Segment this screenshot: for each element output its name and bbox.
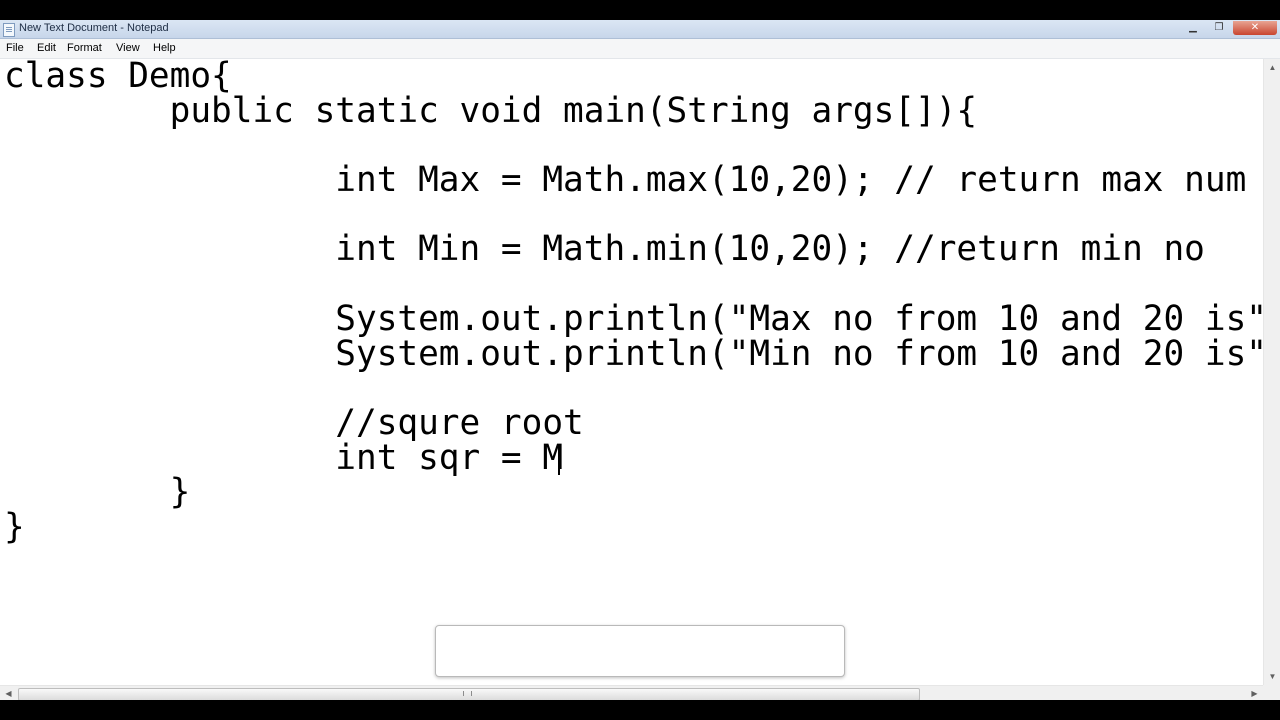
text-editor-area[interactable]: class Demo{ public static void main(Stri… <box>0 59 1263 685</box>
resize-grip[interactable] <box>1263 685 1280 700</box>
code-line: System.out.println("Max no from 10 and 2… <box>4 299 1263 339</box>
menu-bar: File Edit Format View Help <box>0 39 1280 59</box>
code-line: int sqr = M <box>4 438 564 478</box>
horizontal-scrollbar[interactable]: ◀ ▶ <box>0 685 1263 700</box>
scroll-left-arrow-icon[interactable]: ◀ <box>0 686 17 700</box>
window-title: New Text Document - Notepad <box>19 22 169 34</box>
maximize-button[interactable]: ❐ <box>1207 21 1231 35</box>
code-line: } <box>4 507 25 547</box>
code-line: } <box>4 472 191 512</box>
menu-file[interactable]: File <box>6 42 24 54</box>
scroll-down-arrow-icon[interactable]: ▼ <box>1264 668 1280 685</box>
video-top-border <box>0 0 1280 20</box>
close-button[interactable]: ✕ <box>1233 21 1277 35</box>
code-line: int Max = Math.max(10,20); // return max… <box>4 160 1247 200</box>
horizontal-scroll-thumb[interactable] <box>18 688 920 700</box>
scroll-up-arrow-icon[interactable]: ▲ <box>1264 59 1280 76</box>
vertical-scrollbar[interactable]: ▲ ▼ <box>1263 59 1280 685</box>
code-line: public static void main(String args[]){ <box>4 91 978 131</box>
text-caret <box>558 445 560 475</box>
minimize-icon: ▁ <box>1189 22 1197 33</box>
code-line: class Demo{ <box>4 59 232 96</box>
code-line: //squre root <box>4 403 584 443</box>
close-icon: ✕ <box>1250 22 1260 33</box>
menu-format[interactable]: Format <box>67 42 102 54</box>
notepad-icon[interactable] <box>3 23 15 37</box>
maximize-icon: ❐ <box>1214 22 1224 33</box>
grip-icon <box>463 691 472 696</box>
scroll-right-arrow-icon[interactable]: ▶ <box>1246 686 1263 700</box>
overlay-popup-box <box>435 625 845 677</box>
menu-edit[interactable]: Edit <box>37 42 56 54</box>
code-line: int Min = Math.min(10,20); //return min … <box>4 229 1205 269</box>
code-line: System.out.println("Min no from 10 and 2… <box>4 334 1263 374</box>
menu-view[interactable]: View <box>116 42 140 54</box>
title-bar[interactable]: New Text Document - Notepad ▁ ❐ ✕ <box>0 20 1280 39</box>
notepad-window: New Text Document - Notepad ▁ ❐ ✕ File E… <box>0 20 1280 700</box>
menu-help[interactable]: Help <box>153 42 176 54</box>
video-bottom-border <box>0 700 1280 720</box>
minimize-button[interactable]: ▁ <box>1181 21 1205 35</box>
